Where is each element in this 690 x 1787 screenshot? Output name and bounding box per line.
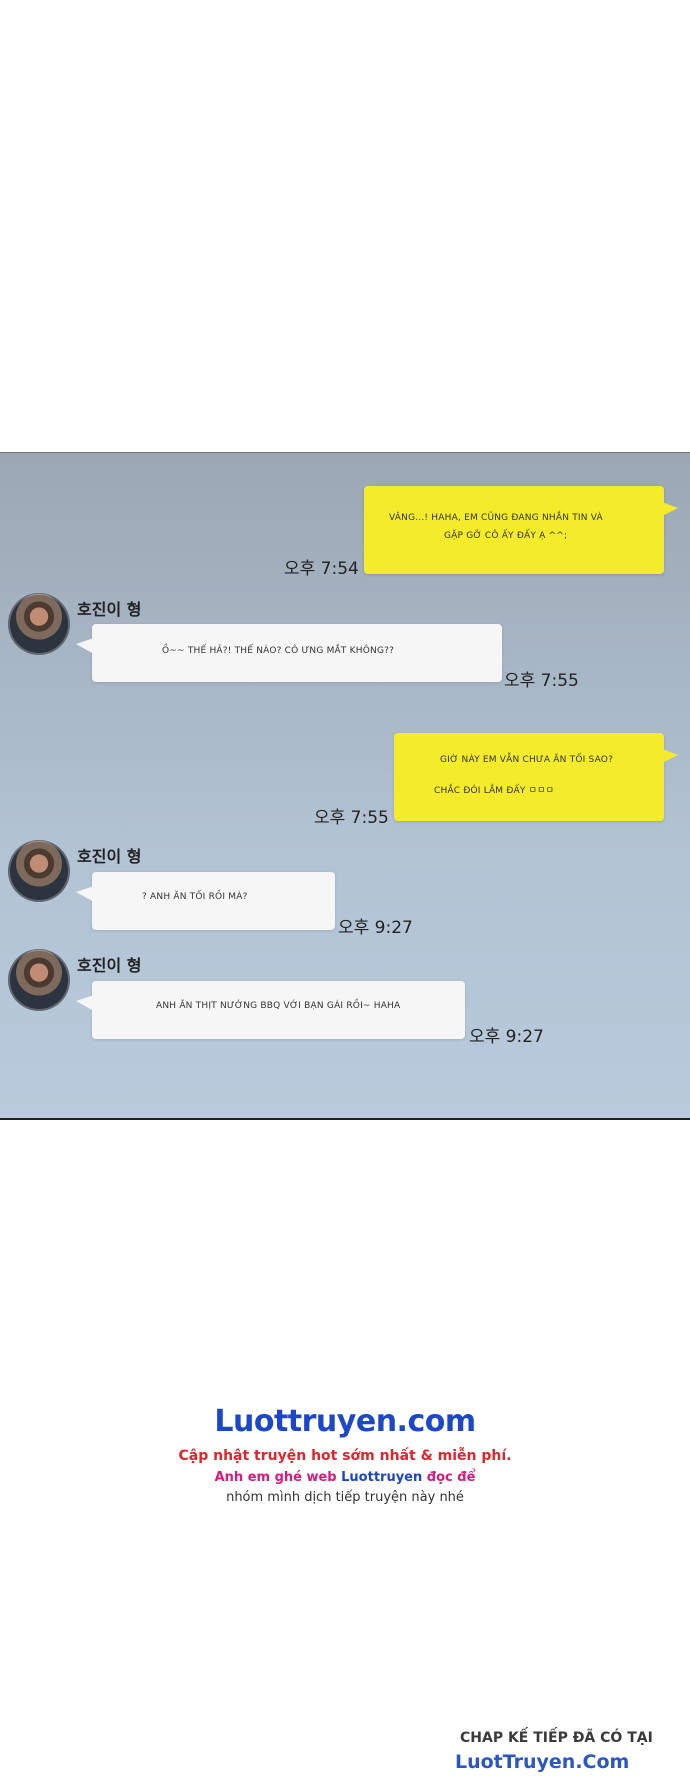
contact-avatar[interactable] — [8, 593, 70, 655]
message-timestamp: 오후 7:55 — [314, 808, 389, 828]
promo-text-part: Anh em ghé web — [214, 1470, 342, 1485]
contact-name: 호진이 형 — [77, 600, 142, 619]
message-text: GẶP GỠ CÔ ẤY ĐẤY Ạ ^^; — [444, 531, 568, 541]
promo-text-part: đọc để — [422, 1470, 476, 1485]
my-message-bubble[interactable]: GIỜ NÀY EM VẪN CHƯA ĂN TỐI SAO? CHẮC ĐÓI… — [394, 733, 678, 821]
message-timestamp: 오후 7:55 — [504, 671, 579, 691]
contact-avatar[interactable] — [8, 949, 70, 1011]
message-text: ANH ĂN THỊT NƯỚNG BBQ VỚI BẠN GÁI RỒI~ H… — [156, 1001, 401, 1011]
next-chapter-site-link[interactable]: LuotTruyen.Com — [455, 1751, 629, 1773]
contact-message-bubble[interactable]: Ồ~~ THẾ HẢ?! THẾ NÀO? CÔ ƯNG MẮT KHÔNG?? — [76, 624, 502, 682]
contact-name: 호진이 형 — [77, 847, 142, 866]
message-text: Ồ~~ THẾ HẢ?! THẾ NÀO? CÔ ƯNG MẮT KHÔNG?? — [162, 646, 395, 656]
contact-message-bubble[interactable]: ? ANH ĂN TỐI RỒI MÀ? — [76, 872, 335, 930]
contact-avatar[interactable] — [8, 840, 70, 902]
contact-name: 호진이 형 — [77, 956, 142, 975]
message-timestamp: 오후 9:27 — [338, 918, 413, 938]
my-message-bubble[interactable]: VÂNG...! HAHA, EM CŨNG ĐANG NHẮN TIN VÀ … — [364, 486, 678, 574]
next-chapter-label: CHAP KẾ TIẾP ĐÃ CÓ TẠI — [460, 1730, 653, 1746]
promo-text: nhóm mình dịch tiếp truyện này nhé — [226, 1490, 464, 1505]
message-text: GIỜ NÀY EM VẪN CHƯA ĂN TỐI SAO? — [440, 755, 614, 765]
message-timestamp: 오후 9:27 — [469, 1027, 544, 1047]
message-text: VÂNG...! HAHA, EM CŨNG ĐANG NHẮN TIN VÀ — [389, 513, 603, 523]
promo-text: Cập nhật truyện hot sớm nhất & miễn phí. — [178, 1448, 512, 1464]
chat-screen: VÂNG...! HAHA, EM CŨNG ĐANG NHẮN TIN VÀ … — [0, 452, 690, 1120]
site-brand-link[interactable]: Luottruyen.com — [0, 1404, 690, 1439]
message-text: CHẮC ĐÓI LẮM ĐẤY ㅁㅁㅁ — [434, 786, 555, 796]
contact-message-bubble[interactable]: ANH ĂN THỊT NƯỚNG BBQ VỚI BẠN GÁI RỒI~ H… — [76, 981, 465, 1039]
message-text: ? ANH ĂN TỐI RỒI MÀ? — [142, 892, 248, 902]
message-timestamp: 오후 7:54 — [284, 559, 359, 579]
site-name-link[interactable]: Luottruyen — [341, 1470, 422, 1485]
promo-text: Anh em ghé web Luottruyen đọc để — [0, 1470, 690, 1485]
